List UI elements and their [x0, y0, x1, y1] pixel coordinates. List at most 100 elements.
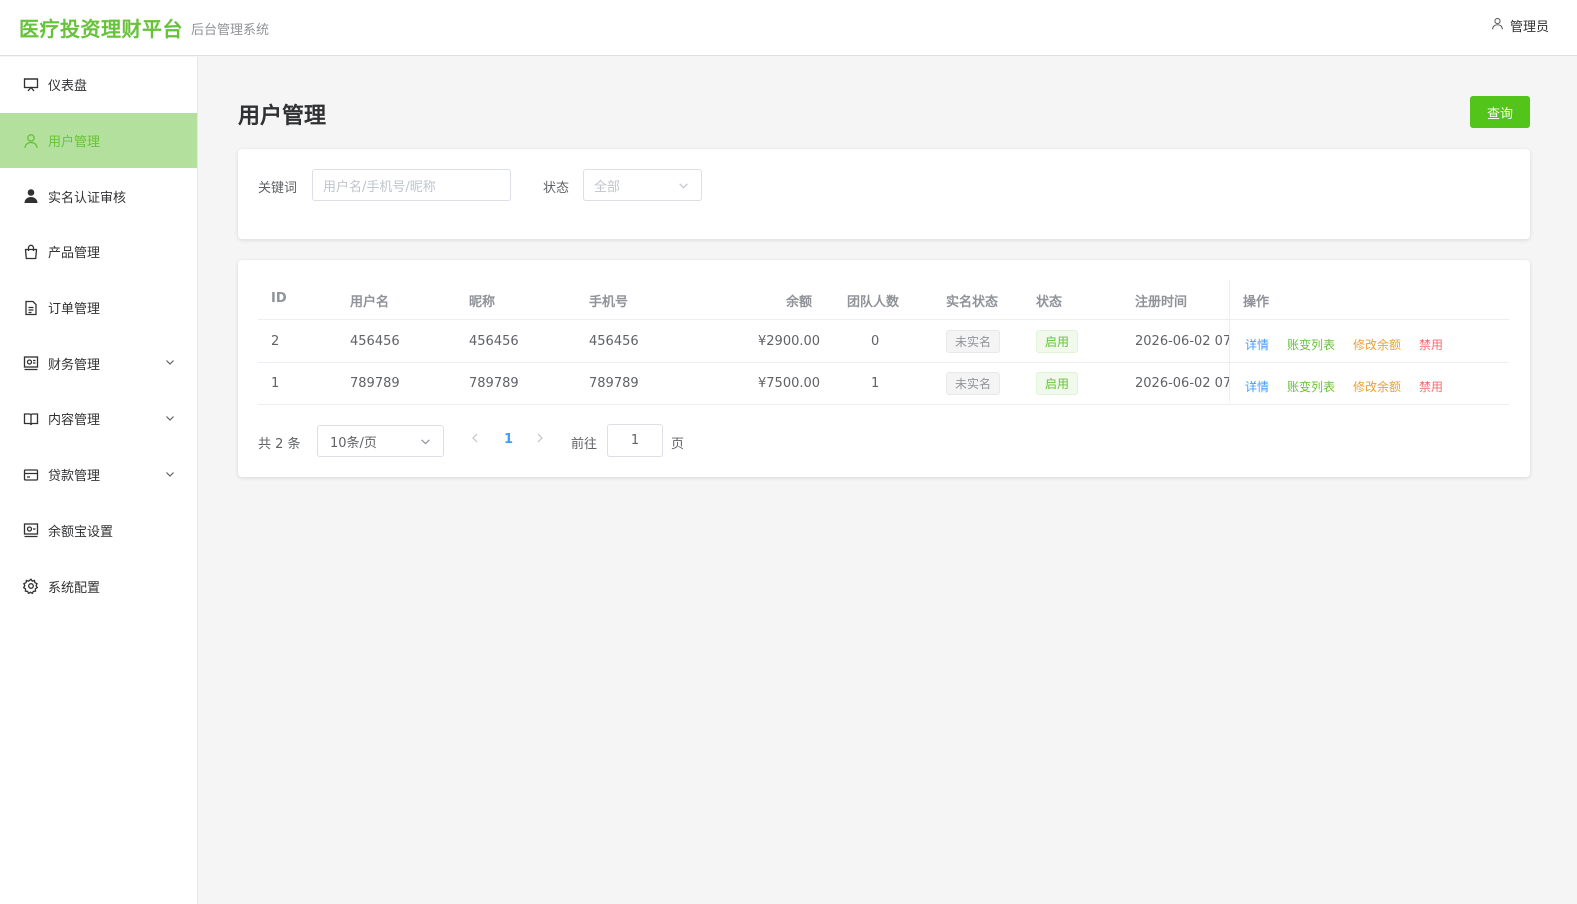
- column-header-phone[interactable]: 手机号: [589, 291, 628, 310]
- cell-phone: 456456: [589, 334, 639, 349]
- realname-status-badge: 未实名: [946, 372, 1001, 395]
- person-filled-icon: [23, 188, 39, 204]
- cell-nickname: 789789: [469, 376, 519, 391]
- chevron-down-icon: [165, 412, 175, 427]
- cell-id: 1: [271, 376, 280, 391]
- sidebar-item-label: 实名认证审核: [48, 190, 127, 206]
- cell-balance: ¥2900.00: [758, 334, 821, 349]
- query-button[interactable]: 查询: [1470, 96, 1530, 128]
- sidebar-item-content[interactable]: 内容管理: [0, 391, 197, 447]
- top-header: 医疗投资理财平台 后台管理系统 管理员: [0, 0, 1577, 56]
- header-divider: [258, 319, 1509, 320]
- chevron-down-icon: [678, 180, 689, 195]
- status-select-value: 全部: [594, 179, 621, 195]
- ledger-link[interactable]: 账变列表: [1287, 336, 1335, 353]
- ledger-link[interactable]: 账变列表: [1287, 378, 1335, 395]
- shopping-bag-icon: [23, 244, 39, 260]
- cell-team-size: 0: [871, 334, 880, 349]
- detail-link[interactable]: 详情: [1245, 336, 1269, 353]
- disable-link[interactable]: 禁用: [1419, 378, 1443, 395]
- user-icon: [1491, 17, 1504, 34]
- chevron-down-icon: [420, 436, 431, 451]
- status-select[interactable]: 全部: [583, 169, 702, 201]
- column-header-id[interactable]: ID: [271, 291, 287, 306]
- cell-registered: 2026-06-02 07:2: [1135, 334, 1230, 349]
- page-size-select[interactable]: 10条/页: [317, 425, 444, 457]
- sidebar-item-products[interactable]: 产品管理: [0, 224, 197, 280]
- sidebar-item-users[interactable]: 用户管理: [0, 112, 197, 169]
- realname-status-badge: 未实名: [946, 330, 1001, 353]
- document-icon: [23, 300, 39, 316]
- fixed-column-divider: [1229, 280, 1230, 403]
- dashboard-icon: [23, 77, 39, 93]
- goto-label: 前往: [571, 437, 598, 452]
- user-table-panel: ID 用户名 昵称 手机号 余额 团队人数 实名状态 状态 注册时间 操作 2 …: [238, 260, 1530, 477]
- cell-phone: 789789: [589, 376, 639, 391]
- sidebar-item-label: 仪表盘: [48, 79, 88, 95]
- cell-nickname: 456456: [469, 334, 519, 349]
- sidebar-item-orders[interactable]: 订单管理: [0, 280, 197, 336]
- sidebar-item-label: 订单管理: [48, 302, 101, 318]
- cell-registered: 2026-06-02 07:2: [1135, 376, 1230, 391]
- status-label: 状态: [543, 181, 570, 196]
- column-header-registered[interactable]: 注册时间: [1135, 291, 1187, 310]
- sidebar-item-loans[interactable]: 贷款管理: [0, 447, 197, 503]
- disable-link[interactable]: 禁用: [1419, 336, 1443, 353]
- sidebar: 仪表盘 用户管理 实名认证审核 产品管理 订单管理 财务管理 内容管理 贷款管理…: [0, 57, 198, 904]
- sidebar-item-label: 余额宝设置: [48, 524, 114, 540]
- cell-username: 789789: [350, 376, 400, 391]
- column-header-nickname[interactable]: 昵称: [469, 291, 495, 310]
- sidebar-item-balance-settings[interactable]: 余额宝设置: [0, 503, 197, 559]
- sidebar-item-dashboard[interactable]: 仪表盘: [0, 57, 197, 113]
- detail-link[interactable]: 详情: [1245, 378, 1269, 395]
- status-badge: 启用: [1036, 330, 1079, 353]
- cell-balance: ¥7500.00: [758, 376, 821, 391]
- chevron-down-icon: [165, 468, 175, 483]
- brand-title[interactable]: 医疗投资理财平台: [19, 13, 183, 42]
- user-icon: [23, 133, 39, 149]
- page-title: 用户管理: [238, 104, 327, 129]
- edit-balance-link[interactable]: 修改余额: [1353, 378, 1401, 395]
- sidebar-item-label: 贷款管理: [48, 469, 101, 485]
- keyword-placeholder: 用户名/手机号/昵称: [323, 179, 436, 195]
- keyword-label: 关键词: [258, 181, 298, 196]
- book-icon: [23, 411, 39, 427]
- column-header-balance[interactable]: 余额: [786, 291, 812, 310]
- wallet-icon: [23, 522, 39, 538]
- column-header-username[interactable]: 用户名: [350, 291, 389, 310]
- column-header-actions: 操作: [1243, 295, 1270, 310]
- cell-id: 2: [271, 334, 280, 349]
- column-header-realname-status[interactable]: 实名状态: [946, 291, 998, 310]
- current-page[interactable]: 1: [504, 432, 513, 447]
- brand-subtitle: 后台管理系统: [191, 23, 270, 38]
- sidebar-item-system-config[interactable]: 系统配置: [0, 558, 197, 614]
- row-divider: [258, 362, 1509, 363]
- sidebar-item-label: 内容管理: [48, 413, 101, 429]
- column-header-team-size[interactable]: 团队人数: [847, 291, 899, 310]
- edit-balance-link[interactable]: 修改余额: [1353, 336, 1401, 353]
- sidebar-item-label: 产品管理: [48, 246, 101, 262]
- column-header-status[interactable]: 状态: [1036, 291, 1062, 310]
- sidebar-item-realname-review[interactable]: 实名认证审核: [0, 168, 197, 224]
- goto-page-input[interactable]: 1: [607, 424, 663, 457]
- chevron-down-icon: [165, 356, 175, 371]
- next-page-icon[interactable]: [535, 432, 545, 448]
- row-divider: [258, 404, 1509, 405]
- gear-icon: [23, 578, 39, 595]
- sidebar-item-finance[interactable]: 财务管理: [0, 335, 197, 391]
- status-badge: 启用: [1036, 372, 1079, 395]
- user-name: 管理员: [1509, 20, 1549, 35]
- user-menu[interactable]: 管理员: [1491, 16, 1549, 35]
- goto-suffix: 页: [671, 437, 685, 452]
- pagination-total: 共 2 条: [258, 437, 301, 452]
- page-size-value: 10条/页: [330, 435, 377, 451]
- cell-username: 456456: [350, 334, 400, 349]
- finance-icon: [23, 355, 39, 371]
- credit-card-icon: [23, 467, 39, 483]
- prev-page-icon[interactable]: [470, 432, 480, 448]
- sidebar-item-label: 财务管理: [48, 357, 101, 373]
- sidebar-item-label: 系统配置: [48, 580, 101, 596]
- cell-team-size: 1: [871, 376, 880, 391]
- keyword-input[interactable]: 用户名/手机号/昵称: [312, 169, 511, 201]
- sidebar-item-label: 用户管理: [48, 135, 101, 151]
